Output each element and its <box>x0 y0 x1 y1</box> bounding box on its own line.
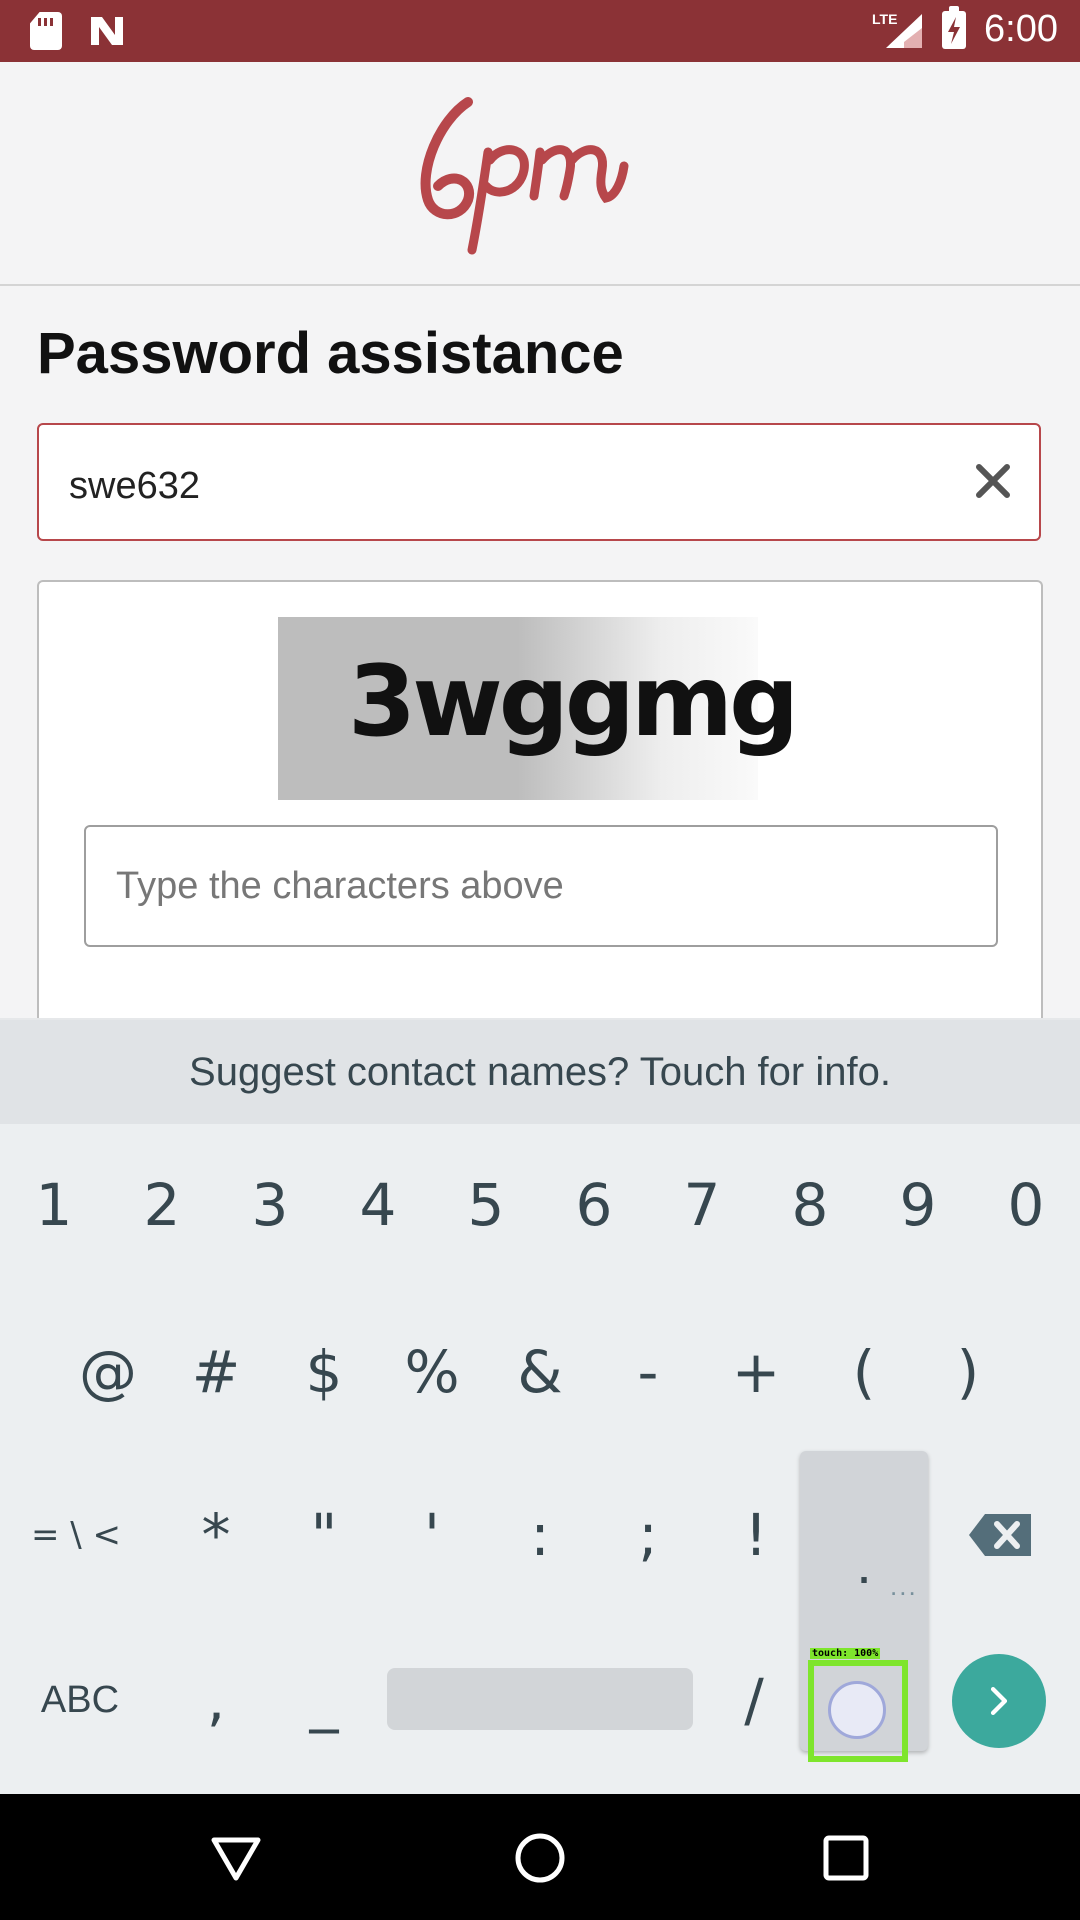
key-0[interactable]: 0 <box>982 1125 1070 1285</box>
captcha-image: 3wggmg <box>278 617 799 800</box>
lte-signal-icon: LTE <box>872 10 924 50</box>
key-close-paren[interactable]: ) <box>924 1292 1012 1452</box>
clock: 6:00 <box>984 8 1058 50</box>
key-underscore[interactable]: _ <box>280 1620 368 1780</box>
key-minus[interactable]: - <box>604 1292 692 1452</box>
key-at[interactable]: @ <box>64 1292 152 1452</box>
back-icon[interactable] <box>208 1830 264 1886</box>
key-4[interactable]: 4 <box>334 1125 422 1285</box>
logo-6pm-icon <box>420 97 629 255</box>
key-semicolon[interactable]: ; <box>604 1455 692 1615</box>
keyboard-row-symbols: @ # $ % & - + ( ) <box>0 1292 1080 1452</box>
key-1[interactable]: 1 <box>10 1125 98 1285</box>
email-value: swe632 <box>69 465 200 507</box>
key-5[interactable]: 5 <box>442 1125 530 1285</box>
recents-icon[interactable] <box>818 1830 874 1886</box>
chevron-right-icon <box>990 1686 1008 1716</box>
key-colon[interactable]: : <box>496 1455 584 1615</box>
key-more-symbols[interactable]: = \ < <box>20 1455 132 1615</box>
key-6[interactable]: 6 <box>550 1125 638 1285</box>
battery-charging-icon <box>942 5 967 49</box>
touch-label: touch: 100% <box>810 1648 881 1659</box>
key-slash[interactable]: / <box>710 1620 798 1780</box>
sd-card-icon <box>30 12 62 50</box>
key-7[interactable]: 7 <box>658 1125 746 1285</box>
keyboard-row-numbers: 1 2 3 4 5 6 7 8 9 0 <box>0 1125 1080 1285</box>
key-dollar[interactable]: $ <box>280 1292 368 1452</box>
captcha-text: 3wggmg <box>348 645 799 759</box>
touch-point <box>828 1681 886 1739</box>
key-exclamation[interactable]: ! <box>712 1455 800 1615</box>
backspace-icon[interactable] <box>960 1495 1040 1575</box>
key-single-quote[interactable]: ' <box>388 1455 476 1615</box>
home-icon[interactable] <box>512 1830 568 1886</box>
status-bar: LTE 6:00 <box>0 0 1080 62</box>
n-notification-icon <box>88 13 126 49</box>
brand-logo[interactable] <box>410 90 670 260</box>
key-plus[interactable]: + <box>712 1292 800 1452</box>
more-options-indicator: ... <box>890 1571 918 1601</box>
lte-label: LTE <box>872 11 897 27</box>
key-abc[interactable]: ABC <box>20 1620 140 1780</box>
key-9[interactable]: 9 <box>874 1125 962 1285</box>
clear-icon[interactable] <box>973 461 1013 501</box>
key-asterisk[interactable]: * <box>172 1455 260 1615</box>
page-title: Password assistance <box>37 321 624 386</box>
key-2[interactable]: 2 <box>118 1125 206 1285</box>
navigation-bar <box>0 1794 1080 1920</box>
key-ampersand[interactable]: & <box>496 1292 584 1452</box>
key-hash[interactable]: # <box>172 1292 260 1452</box>
email-field[interactable]: swe632 <box>37 423 1041 541</box>
app-header <box>0 62 1080 286</box>
key-open-paren[interactable]: ( <box>820 1292 908 1452</box>
key-comma[interactable]: , <box>172 1620 260 1780</box>
suggestion-strip[interactable]: Suggest contact names? Touch for info. <box>0 1018 1080 1124</box>
key-double-quote[interactable]: " <box>280 1455 368 1615</box>
captcha-input[interactable] <box>84 825 998 947</box>
key-3[interactable]: 3 <box>226 1125 314 1285</box>
key-8[interactable]: 8 <box>766 1125 854 1285</box>
space-key[interactable] <box>387 1668 693 1730</box>
enter-key[interactable] <box>952 1654 1046 1748</box>
key-percent[interactable]: % <box>388 1292 476 1452</box>
